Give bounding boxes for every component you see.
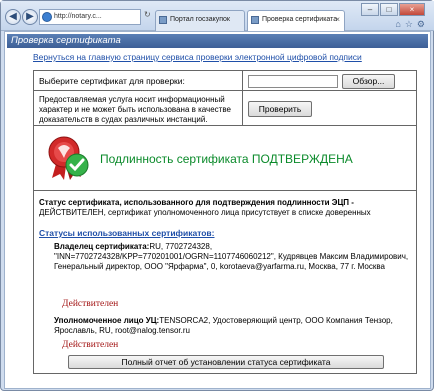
status-info: Статус сертификата, использованного для … [39, 198, 411, 218]
address-text: http://notary.c... [54, 13, 102, 20]
tab-portal[interactable]: Портал госзакупок [155, 10, 245, 31]
status-block: Подлинность сертификата ПОДТВЕРЖДЕНА [34, 126, 416, 191]
status-heading: Статус сертификата, использованного для … [39, 198, 354, 207]
globe-icon [42, 12, 52, 22]
maximize-button[interactable]: □ [380, 3, 398, 16]
close-tab-icon[interactable]: × [335, 11, 340, 29]
home-icon[interactable]: ⌂ [395, 19, 404, 29]
owner-info: Владелец сертификата:RU, 7702724328, "IN… [54, 242, 409, 272]
owner-status: Действителен [62, 299, 119, 309]
forward-icon[interactable]: ▶ [22, 9, 38, 25]
certificate-statuses-link[interactable]: Статусы использованных сертификатов: [39, 228, 215, 238]
minimize-button[interactable]: – [361, 3, 379, 16]
check-form: Выберите сертификат для проверки: Обзор.… [33, 70, 417, 374]
browse-button[interactable]: Обзор... [342, 74, 395, 89]
tab-label: Портал госзакупок [170, 16, 230, 23]
choose-row: Выберите сертификат для проверки: Обзор.… [34, 71, 416, 91]
choose-label: Выберите сертификат для проверки: [39, 76, 185, 86]
check-row: Предоставляемая услуга носит информацион… [34, 91, 416, 126]
file-input[interactable] [248, 75, 338, 88]
browser-window: ◀ ▶ http://notary.c... ↻ Портал госзакуп… [0, 0, 434, 391]
divider [242, 71, 243, 126]
back-icon[interactable]: ◀ [5, 9, 21, 25]
disclaimer-text: Предоставляемая услуга носит информацион… [39, 95, 231, 124]
status-text: ДЕЙСТВИТЕЛЕН, сертификат уполномоченного… [39, 208, 371, 217]
full-report-button[interactable]: Полный отчет об установлении статуса сер… [68, 355, 384, 369]
address-bar[interactable]: http://notary.c... [39, 9, 141, 25]
owner-label: Владелец сертификата: [54, 242, 150, 251]
ca-label: Уполномоченное лицо УЦ: [54, 316, 160, 325]
confirmed-message: Подлинность сертификата ПОДТВЕРЖДЕНА [100, 152, 353, 166]
browser-toolbar: ◀ ▶ http://notary.c... ↻ Портал госзакуп… [1, 1, 434, 32]
ca-status: Действителен [62, 340, 119, 350]
close-window-button[interactable]: × [399, 3, 425, 16]
tab-label: Проверка сертификата [262, 16, 338, 23]
verified-seal-icon [48, 136, 89, 180]
page-content: Проверка сертификата Вернуться на главну… [4, 31, 431, 389]
star-icon[interactable]: ☆ [405, 19, 417, 29]
page-title: Проверка сертификата [7, 34, 428, 48]
gear-icon[interactable]: ⚙ [417, 19, 429, 29]
refresh-icon[interactable]: ↻ [144, 10, 151, 19]
check-button[interactable]: Проверить [248, 101, 312, 117]
page-icon [159, 16, 167, 24]
page-icon [251, 16, 259, 24]
back-to-main-link[interactable]: Вернуться на главную страницу сервиса пр… [33, 52, 362, 62]
ca-info: Уполномоченное лицо УЦ:TENSORCA2, Удосто… [54, 316, 409, 336]
tab-certificate-check[interactable]: Проверка сертификата × [247, 10, 345, 32]
toolbar-icons: ⌂☆⚙ [395, 19, 429, 30]
